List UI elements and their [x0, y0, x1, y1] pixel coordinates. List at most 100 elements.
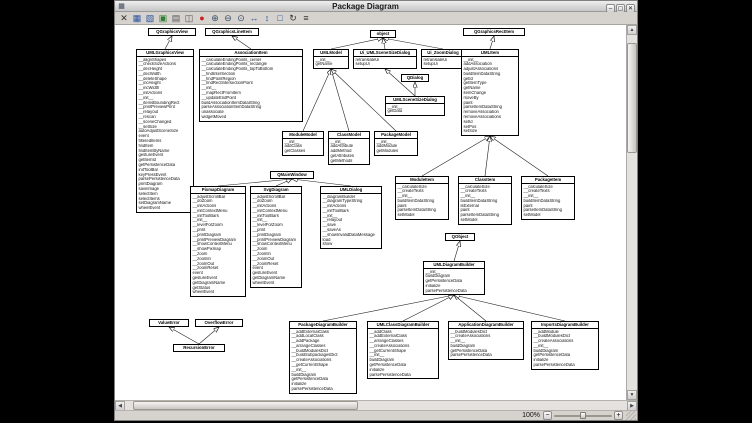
inheritance-edge [454, 295, 565, 321]
inheritance-edge [218, 179, 292, 186]
inheritance-edge [383, 38, 443, 49]
method-list: __calculateSize__createTexts__init__buil… [396, 184, 448, 219]
method: parsePersistenceData [424, 289, 484, 294]
save-image-icon[interactable]: ▣ [157, 12, 169, 24]
class-box-ImportsDiagramBuilder[interactable]: ImportsDiagramBuilder__addModule__buildM… [531, 321, 599, 370]
re-layout-icon[interactable]: ↻ [287, 12, 299, 24]
method-list: __alignShapes__checkSizeActions__decHeig… [137, 57, 193, 212]
class-box-UMLDialog[interactable]: UMLDialog__diagramBuilder__diagramTypeSt… [320, 186, 382, 249]
inheritance-edge [323, 295, 454, 321]
class-box-ValueError[interactable]: ValueError [149, 319, 189, 327]
vertical-scrollbar[interactable]: ▲ ▼ [627, 25, 637, 400]
method-list: retranslateUisetupUi [422, 57, 464, 68]
increase-width-icon[interactable]: ↔ [248, 12, 260, 24]
class-box-UMLClassDiagramBuilder[interactable]: UMLClassDiagramBuilder__addClass__addExt… [367, 321, 439, 379]
class-box-ModuleModel[interactable]: ModuleModel__init__addClassgetClasses [282, 131, 324, 156]
class-box-PackageDiagramBuilder[interactable]: PackageDiagramBuilder__addExternalClass_… [289, 321, 357, 394]
statusbar: 100% − + [115, 410, 637, 420]
class-box-ModuleItem[interactable]: ModuleItem__calculateSize__createTexts__… [395, 176, 449, 220]
class-name: QObject [446, 234, 474, 240]
zoom-in-button[interactable]: + [614, 411, 623, 420]
zoom-slider-handle[interactable] [580, 412, 586, 419]
toolbar: ✕▦▧▣▤◫●⊕⊖⊙↔↕□↻≡ [115, 12, 637, 25]
class-box-UMLGraphicsView[interactable]: UMLGraphicsView__alignShapes__checkSizeA… [136, 49, 194, 213]
method-list: __init__addModulegetModules [375, 139, 417, 155]
class-name: PackageItem [522, 177, 574, 184]
close-window-icon[interactable]: ✕ [118, 12, 130, 24]
zoom-reset-icon[interactable]: ⊙ [235, 12, 247, 24]
align-icon[interactable]: ≡ [300, 12, 312, 24]
inheritance-edge [383, 38, 385, 49]
method: getModules [375, 149, 417, 154]
horizontal-scroll-thumb[interactable] [133, 401, 358, 410]
scroll-up-button[interactable]: ▲ [627, 25, 637, 35]
set-size-icon[interactable]: □ [274, 12, 286, 24]
class-box-ClassModel[interactable]: ClassModel__init__addAttributeaddMethodg… [328, 131, 370, 165]
horizontal-scroll-track[interactable] [125, 401, 627, 410]
window-title: Package Diagram [126, 2, 605, 11]
zoom-out-icon[interactable]: ⊖ [222, 12, 234, 24]
print-icon[interactable]: ▤ [170, 12, 182, 24]
app-window: ▦ Package Diagram –▢✕ ✕▦▧▣▤◫●⊕⊖⊙↔↕□↻≡ QG… [114, 0, 638, 421]
class-box-ApplicationDiagramBuilder[interactable]: ApplicationDiagramBuilder__buildModulesD… [448, 321, 524, 360]
method: setModel [396, 213, 448, 218]
class-box-QGraphicsView[interactable]: QGraphicsView [148, 28, 196, 36]
resize-grip[interactable] [626, 411, 636, 420]
class-box-Ui_ZoomDialog[interactable]: Ui_ZoomDialogretranslateUisetupUi [421, 49, 465, 69]
class-box-AssociationItem[interactable]: AssociationItem__calculateEndingPoints_c… [199, 49, 303, 122]
class-name: QGraphicsView [149, 29, 195, 35]
inheritance-edge [454, 241, 460, 261]
method: parsePersistenceData [449, 353, 523, 358]
class-box-OverflowError[interactable]: OverflowError [195, 319, 243, 327]
vertical-scroll-track[interactable] [627, 35, 637, 390]
inheritance-edge [331, 69, 349, 131]
save-as-icon[interactable]: ▧ [144, 12, 156, 24]
class-name: UMLDialog [321, 187, 381, 194]
method-list: __addClass__addExternalClass__arrangeCla… [368, 329, 438, 378]
vertical-scroll-thumb[interactable] [627, 43, 637, 153]
zoom-value: 100% [522, 412, 540, 419]
scroll-down-button[interactable]: ▼ [627, 390, 637, 400]
method-list: __init__getName [314, 57, 348, 68]
inheritance-edge [169, 327, 199, 344]
diagram-canvas[interactable]: QGraphicsView QGraphicsLineItem object QGra… [115, 25, 627, 400]
method: setModel [459, 218, 511, 223]
class-name: QGraphicsRectItem [464, 29, 524, 35]
class-box-QGraphicsRectItem[interactable]: QGraphicsRectItem [463, 28, 525, 36]
class-box-UMLDiagramBuilder[interactable]: UMLDiagramBuilder__init__buildDiagramget… [423, 261, 485, 295]
inheritance-edge [199, 327, 219, 344]
class-box-QDialog[interactable]: QDialog [401, 74, 429, 82]
record-icon[interactable]: ● [196, 12, 208, 24]
class-box-UMLItem[interactable]: UMLItem__init__addAssociationadjustAssoc… [461, 49, 519, 136]
class-box-SvgDiagram[interactable]: SvgDiagram__adjustScrollBar__doZoom__ini… [250, 186, 302, 288]
class-box-Ui_UMLSceneSizeDialog[interactable]: Ui_UMLSceneSizeDialogretranslateUisetupU… [353, 49, 417, 69]
class-name: ModuleModel [283, 132, 323, 139]
zoom-in-icon[interactable]: ⊕ [209, 12, 221, 24]
method: setupUi [354, 62, 416, 67]
class-name: UMLDiagramBuilder [424, 262, 484, 269]
class-box-QMainWindow[interactable]: QMainWindow [270, 171, 314, 179]
inheritance-edge [165, 36, 172, 49]
zoom-out-button[interactable]: − [543, 411, 552, 420]
horizontal-scrollbar[interactable]: ◀ ▶ [115, 400, 637, 410]
class-box-PackageItem[interactable]: PackageItem__calculateSize__createTexts_… [521, 176, 575, 220]
class-box-QObject[interactable]: QObject [445, 233, 475, 241]
class-box-QGraphicsLineItem[interactable]: QGraphicsLineItem [205, 28, 259, 36]
class-box-ClassItem[interactable]: ClassItem__calculateSize__createTexts__i… [458, 176, 512, 225]
class-box-PackageModel[interactable]: PackageModel__init__addModulegetModules [374, 131, 418, 156]
class-name: UMLSceneSizeDialog [386, 97, 444, 104]
class-name: ImportsDiagramBuilder [532, 322, 598, 329]
class-box-UMLModel[interactable]: UMLModel__init__getName [313, 49, 349, 69]
print-preview-icon[interactable]: ◫ [183, 12, 195, 24]
increase-height-icon[interactable]: ↕ [261, 12, 273, 24]
class-box-PixmapDiagram[interactable]: PixmapDiagram__adjustScrollBar__doZoom__… [190, 186, 246, 297]
method: show [321, 242, 381, 247]
inheritance-edge [403, 295, 454, 321]
class-box-UMLSceneSizeDialog[interactable]: UMLSceneSizeDialog__init__getData [385, 96, 445, 116]
zoom-slider[interactable] [554, 411, 612, 420]
class-box-object[interactable]: object [370, 30, 396, 38]
class-box-RecursionError[interactable]: RecursionError [173, 344, 225, 352]
titlebar[interactable]: ▦ Package Diagram –▢✕ [115, 1, 637, 12]
class-name: AssociationItem [200, 50, 302, 57]
save-icon[interactable]: ▦ [131, 12, 143, 24]
